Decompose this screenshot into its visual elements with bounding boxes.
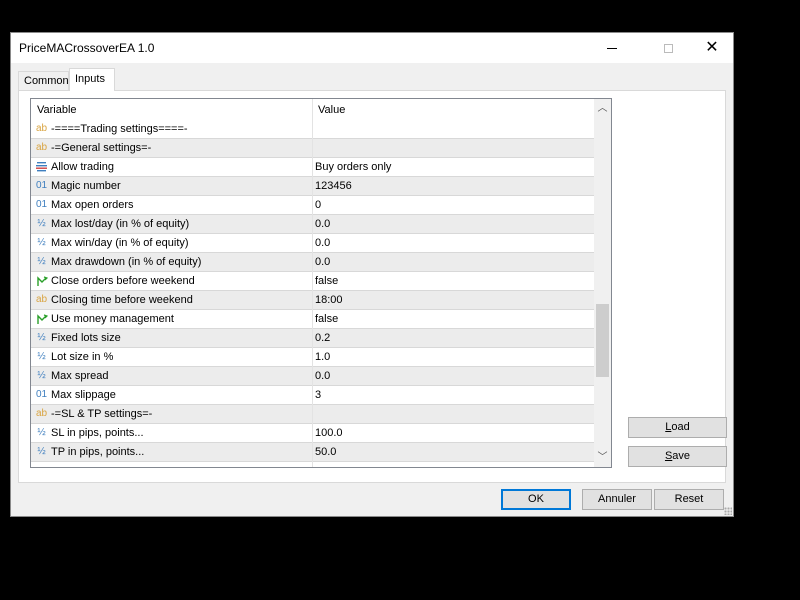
bool-icon (35, 275, 48, 287)
variable-value[interactable]: 100.0 (315, 427, 343, 439)
double-icon: ½ (37, 218, 46, 229)
title-bar: PriceMACrossoverEA 1.0 ✕ (11, 33, 733, 63)
column-header-value[interactable]: Value (318, 104, 345, 116)
scroll-thumb[interactable] (596, 304, 609, 377)
ok-button[interactable]: OK (501, 489, 571, 510)
variable-name: Lot size in % (51, 351, 114, 363)
variable-value[interactable]: 1.0 (315, 351, 330, 363)
vertical-scrollbar[interactable]: ︿ ﹀ (594, 99, 611, 467)
column-header-variable[interactable]: Variable (37, 104, 77, 116)
close-icon: ✕ (705, 39, 719, 56)
double-icon: ½ (37, 446, 46, 457)
variable-name: Fixed lots size (51, 332, 121, 344)
double-icon: ½ (37, 351, 46, 362)
variable-value[interactable]: 123456 (315, 180, 352, 192)
double-icon: ½ (37, 237, 46, 248)
variable-name: Max slippage (51, 389, 116, 401)
cancel-button[interactable]: Annuler (582, 489, 652, 510)
variable-name: -====Trading settings====- (51, 123, 188, 135)
maximize-button[interactable] (645, 33, 691, 63)
variable-name: Max open orders (51, 199, 134, 211)
variable-name: Max win/day (in % of equity) (51, 237, 189, 249)
variable-value[interactable]: false (315, 275, 338, 287)
variable-value[interactable]: 0.2 (315, 332, 330, 344)
minimize-button[interactable] (589, 33, 635, 63)
scroll-up-icon[interactable]: ︿ (594, 100, 611, 117)
double-icon: ½ (37, 332, 46, 343)
integer-icon: 01 (35, 199, 48, 210)
variable-value[interactable]: 50.0 (315, 446, 336, 458)
variable-value[interactable]: 18:00 (315, 294, 343, 306)
double-icon: ½ (37, 256, 46, 267)
tab-inputs[interactable]: Inputs (69, 68, 115, 91)
variable-name: Max lost/day (in % of equity) (51, 218, 190, 230)
reset-button[interactable]: Reset (654, 489, 724, 510)
minimize-icon (607, 47, 617, 49)
integer-icon: 01 (35, 180, 48, 191)
save-label: ave (672, 450, 691, 462)
inputs-grid: Variable Value ab -====Trading settings==… (30, 98, 612, 468)
string-icon: ab (35, 142, 48, 153)
variable-name: -=SL & TP settings=- (51, 408, 153, 420)
integer-icon: 01 (35, 389, 48, 400)
double-icon: ½ (37, 370, 46, 381)
variable-name: Max drawdown (in % of equity) (51, 256, 202, 268)
variable-name: Magic number (51, 180, 121, 192)
inputs-panel: Variable Value ab -====Trading settings==… (18, 90, 727, 483)
save-button[interactable]: Save (628, 446, 727, 467)
double-icon: ½ (37, 427, 46, 438)
close-button[interactable]: ✕ (689, 33, 735, 63)
bool-icon (35, 313, 48, 325)
inputs-dialog: PriceMACrossoverEA 1.0 ✕ Common Inputs V… (10, 32, 734, 517)
window-title: PriceMACrossoverEA 1.0 (19, 41, 155, 55)
variable-name: TP in pips, points... (51, 446, 145, 458)
variable-name: -=General settings=- (51, 142, 152, 154)
variable-name: Max spread (51, 370, 109, 382)
variable-value[interactable]: 0.0 (315, 256, 330, 268)
string-icon: ab (35, 294, 48, 305)
string-icon: ab (35, 123, 48, 134)
variable-name: Use money management (51, 313, 174, 325)
variable-value[interactable]: 3 (315, 389, 321, 401)
variable-value[interactable]: false (315, 313, 338, 325)
variable-value[interactable]: 0 (315, 199, 321, 211)
enum-icon (35, 161, 48, 173)
variable-value[interactable]: Buy orders only (315, 161, 391, 173)
variable-name: Closing time before weekend (51, 294, 193, 306)
resize-grip[interactable] (724, 507, 732, 515)
variable-name: Close orders before weekend (51, 275, 195, 287)
load-label: oad (671, 421, 690, 433)
column-divider[interactable] (312, 99, 313, 467)
scroll-down-icon[interactable]: ﹀ (594, 449, 611, 466)
load-button[interactable]: Load (628, 417, 727, 438)
variable-value[interactable]: 0.0 (315, 218, 330, 230)
variable-name: SL in pips, points... (51, 427, 144, 439)
maximize-icon (663, 43, 673, 53)
variable-name: Allow trading (51, 161, 114, 173)
tab-common[interactable]: Common (18, 71, 69, 90)
variable-value[interactable]: 0.0 (315, 237, 330, 249)
variable-value[interactable]: 0.0 (315, 370, 330, 382)
string-icon: ab (35, 408, 48, 419)
